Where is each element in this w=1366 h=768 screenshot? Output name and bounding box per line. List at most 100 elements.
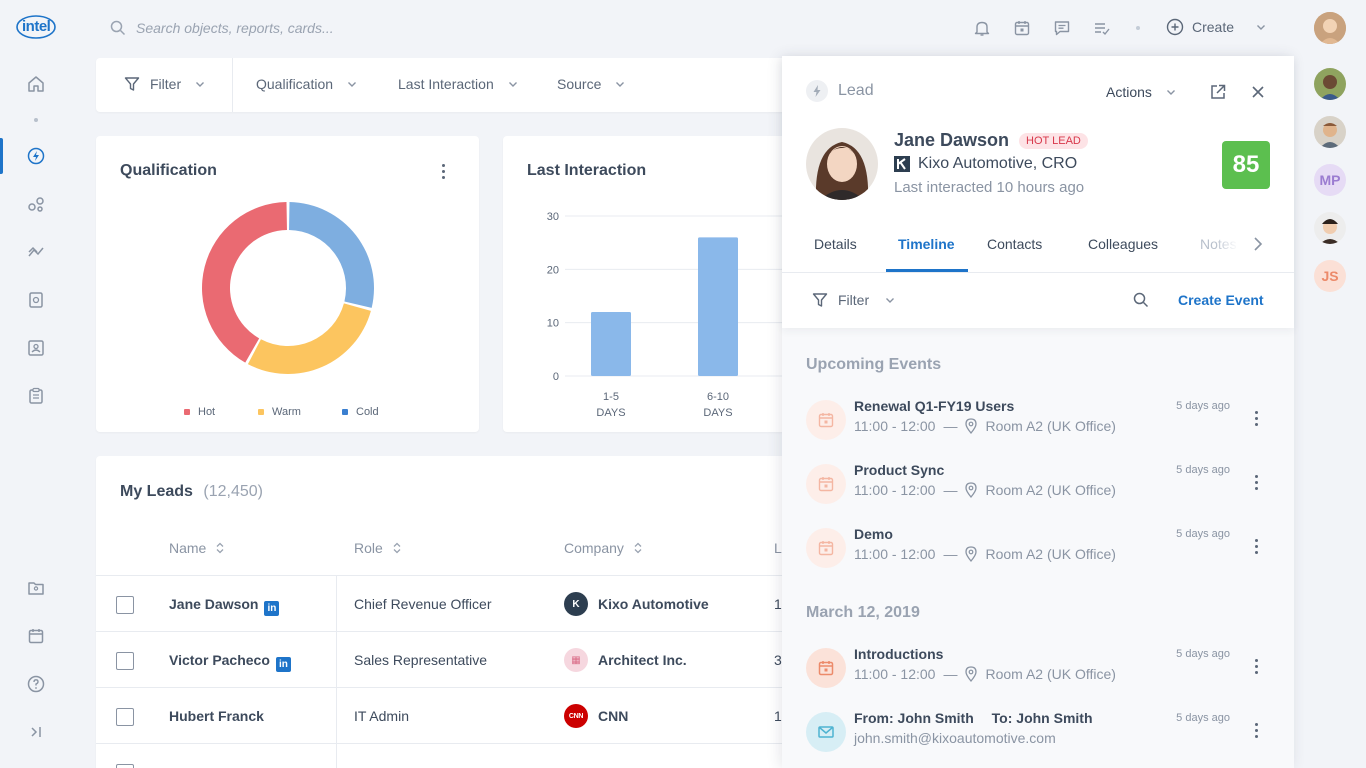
donut-slice-cold[interactable] [289,202,374,308]
lead-name[interactable]: Hubert Franck [169,708,264,724]
table-row[interactable]: Victor Pacheco in Sales Representative ▦ … [96,631,796,687]
tab-timeline[interactable]: Timeline [898,236,955,252]
open-external-icon[interactable] [1209,83,1227,101]
timeline-event[interactable]: Product Sync 11:00 - 12:00 — Room A2 (UK … [806,462,1276,514]
location-pin-icon [965,482,978,498]
event-ago: 5 days ago [1176,712,1230,724]
tabs-divider [782,272,1294,273]
column-name[interactable]: Name [169,540,224,556]
bar-2[interactable] [698,237,738,376]
reports-search-icon[interactable] [24,288,48,312]
lead-last: 3 [774,652,782,668]
row-checkbox[interactable] [116,652,134,670]
collaborator-avatar-js[interactable]: JS [1314,260,1346,292]
actions-button[interactable]: Actions [1106,84,1176,100]
donut-slice-warm[interactable] [247,303,371,374]
chevron-down-icon [1166,90,1175,95]
last-interaction-bar-chart: 0 10 20 30 1-5 DAYS 6-10 DAYS [547,211,803,419]
timeline-event[interactable]: Renewal Q1-FY19 Users 11:00 - 12:00 — Roo… [806,398,1276,450]
my-leads-header: My Leads (12,450) [120,483,263,501]
lead-company[interactable]: CNN CNN [564,704,628,728]
more-vertical-icon[interactable] [1248,720,1264,740]
collaborator-avatar[interactable] [1314,68,1346,100]
row-checkbox[interactable] [116,708,134,726]
home-icon[interactable] [24,72,48,96]
timeline-search-icon[interactable] [1133,292,1149,308]
create-button[interactable]: Create [1166,18,1266,36]
chevron-down-icon [196,82,205,87]
calendar-icon[interactable] [24,624,48,648]
linkedin-icon[interactable]: in [264,601,280,616]
timeline-event[interactable]: Demo 11:00 - 12:00— Room A2 (UK Office) … [806,526,1276,578]
timeline-event[interactable]: Introductions 11:00 - 12:00 — Room A2 (UK… [806,646,1276,698]
close-icon[interactable] [1250,84,1266,100]
timeline-email[interactable]: From: John Smith To: John Smith john.smi… [806,710,1276,762]
folder-user-icon[interactable] [24,576,48,600]
tab-colleagues[interactable]: Colleagues [1088,236,1158,252]
chevron-down-icon [1257,25,1266,30]
more-vertical-icon[interactable] [1248,536,1264,556]
lead-name[interactable]: Victor Pacheco in [169,652,291,672]
qualification-filter[interactable]: Qualification [256,76,357,92]
lead-company-role[interactable]: Kixo Automotive, CRO [918,155,1077,173]
collaborator-avatar[interactable] [1314,116,1346,148]
lead-company[interactable]: ▦ Architect Inc. [564,648,687,672]
expand-sidebar-icon[interactable] [24,720,48,744]
lead-company[interactable]: K Kixo Automotive [564,592,709,616]
contacts-card-icon[interactable] [24,336,48,360]
lead-last: 1 [774,596,782,612]
tab-notes[interactable]: Notes [1200,236,1238,252]
last-interaction-filter[interactable]: Last Interaction [398,76,518,92]
legend-swatch-cold [342,409,348,415]
clipboard-icon[interactable] [24,384,48,408]
column-last[interactable]: L [774,540,782,556]
more-vertical-icon[interactable] [1248,408,1264,428]
column-company[interactable]: Company [564,540,642,556]
intel-logo[interactable]: intel [16,12,56,42]
email-from: From: John Smith [854,710,974,726]
collaborator-avatar[interactable] [1314,212,1346,244]
funnel-icon [124,77,140,91]
help-icon[interactable] [24,672,48,696]
source-filter[interactable]: Source [557,76,625,92]
row-checkbox[interactable] [116,596,134,614]
more-vertical-icon[interactable] [440,164,446,182]
tab-contacts[interactable]: Contacts [987,236,1042,252]
legend-cold: Cold [342,406,379,418]
column-role[interactable]: Role [354,540,401,556]
lead-role: Sales Representative [354,652,488,668]
event-calendar-icon [806,648,846,688]
legend-label: Hot [198,406,216,418]
row-checkbox[interactable] [116,764,134,768]
leads-bolt-icon[interactable] [24,144,48,168]
event-time: 11:00 - 12:00 [854,482,936,498]
email-address[interactable]: john.smith@kixoautomotive.com [854,730,1056,746]
donut-slice-hot[interactable] [202,202,287,363]
lead-bolt-icon [806,80,828,102]
collaborator-avatar-mp[interactable]: MP [1314,164,1346,196]
chat-icon[interactable] [1053,19,1071,37]
user-avatar[interactable] [1314,12,1346,44]
table-row[interactable] [96,743,796,768]
network-icon[interactable] [24,192,48,216]
calendar-icon[interactable] [1013,19,1031,37]
event-location: Room A2 (UK Office) [985,546,1116,562]
bell-icon[interactable] [973,19,991,37]
search-input[interactable]: Search objects, reports, cards... [136,20,334,36]
create-event-button[interactable]: Create Event [1178,292,1264,308]
bar-1[interactable] [591,312,631,376]
lead-name[interactable]: Jane Dawson in [169,596,280,616]
trend-icon[interactable] [24,240,48,264]
linkedin-icon[interactable]: in [275,657,291,672]
tasks-icon[interactable] [1093,19,1111,37]
create-label: Create [1192,19,1235,35]
tabs-scroll-right-icon[interactable] [1252,236,1264,252]
timeline-filter-button[interactable]: Filter [812,292,895,308]
more-vertical-icon[interactable] [1248,472,1264,492]
filter-button[interactable]: Filter [124,76,205,92]
tab-details[interactable]: Details [814,236,857,252]
more-vertical-icon[interactable] [1248,656,1264,676]
table-row[interactable]: Jane Dawson in Chief Revenue Officer K Ki… [96,575,796,631]
qualification-donut-chart [202,202,374,374]
table-row[interactable]: Hubert Franck IT Admin CNN CNN 1 [96,687,796,743]
